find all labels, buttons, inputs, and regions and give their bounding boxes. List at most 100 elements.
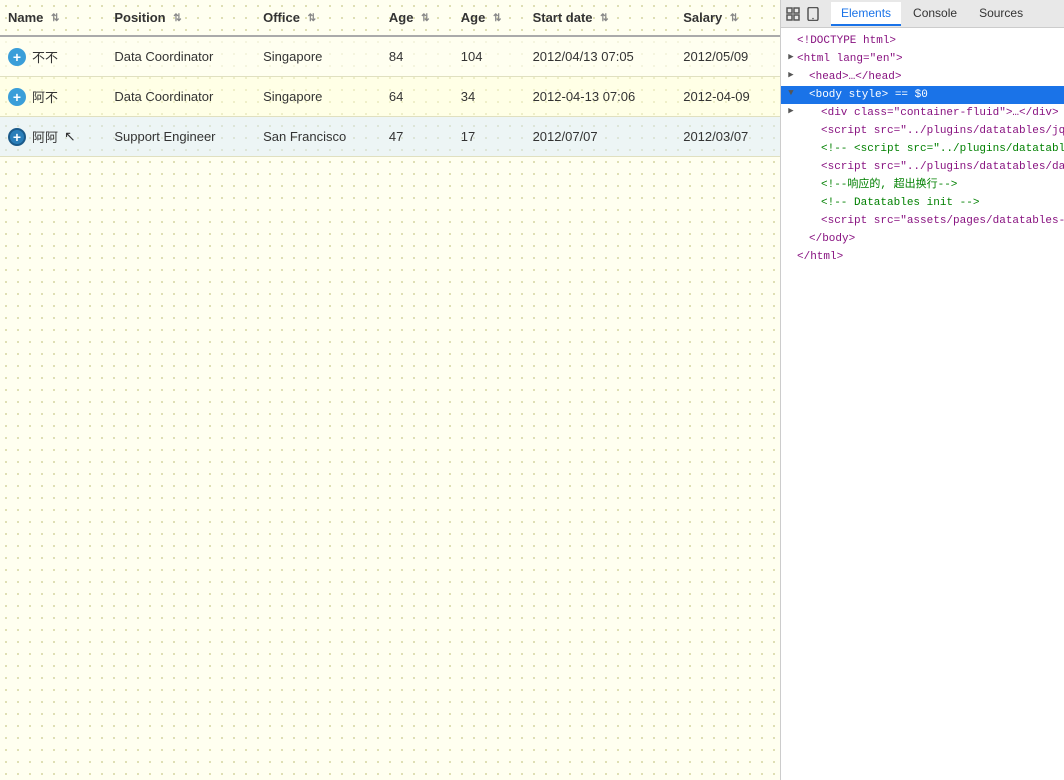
code-line[interactable]: </html>: [781, 248, 1064, 266]
cell-name: + 阿不: [0, 77, 106, 117]
table-body: +不不Data CoordinatorSingapore841042012/04…: [0, 36, 780, 157]
col-age2[interactable]: Age ⇅: [453, 0, 525, 36]
table-row: +阿阿↖Support EngineerSan Francisco4717201…: [0, 117, 780, 157]
col-salary-label: Salary: [683, 10, 722, 25]
cursor-icon: ↖: [64, 128, 76, 145]
code-line[interactable]: </body>: [781, 230, 1064, 248]
code-content: <script src="assets/pages/datatables-: [821, 215, 1064, 227]
col-salary[interactable]: Salary ⇅: [675, 0, 780, 36]
cell-start_date: 2012-04-13 07:06: [525, 77, 676, 117]
code-arrow-icon[interactable]: [785, 51, 797, 63]
table-header-row: Name ⇅ Position ⇅ Office ⇅ Age ⇅ Age ⇅: [0, 0, 780, 36]
code-arrow-icon[interactable]: [785, 231, 797, 243]
code-arrow-icon[interactable]: [785, 159, 797, 171]
col-age1[interactable]: Age ⇅: [381, 0, 453, 36]
cell-position: Support Engineer: [106, 117, 255, 157]
col-age2-label: Age: [461, 10, 486, 25]
table-row: +不不Data CoordinatorSingapore841042012/04…: [0, 36, 780, 77]
code-arrow-icon[interactable]: [785, 213, 797, 225]
data-table: Name ⇅ Position ⇅ Office ⇅ Age ⇅ Age ⇅: [0, 0, 780, 157]
code-arrow-icon[interactable]: [785, 33, 797, 45]
cell-name: + 阿阿 ↖: [0, 117, 106, 157]
code-arrow-icon[interactable]: [785, 123, 797, 135]
code-line[interactable]: <!DOCTYPE html>: [781, 32, 1064, 50]
inspect-icon[interactable]: [785, 6, 801, 22]
sort-icon-age2: ⇅: [493, 13, 501, 24]
code-line[interactable]: <!--响应的, 超出换行-->: [781, 176, 1064, 194]
col-position-label: Position: [114, 10, 165, 25]
devtools-content: <!DOCTYPE html> <html lang="en"> <head>…</…: [781, 28, 1064, 780]
col-age1-label: Age: [389, 10, 414, 25]
code-content: <head>…</head>: [809, 71, 901, 83]
mobile-icon[interactable]: [805, 6, 821, 22]
sort-icon-salary: ⇅: [730, 13, 738, 24]
cell-age1: 84: [381, 36, 453, 77]
devtools-tab-bar: Elements Console Sources: [781, 0, 1064, 28]
code-line[interactable]: <script src="assets/pages/datatables-: [781, 212, 1064, 230]
cell-position: Data Coordinator: [106, 36, 255, 77]
code-content: </body>: [809, 233, 855, 245]
code-arrow-icon[interactable]: [785, 87, 797, 99]
col-name[interactable]: Name ⇅: [0, 0, 106, 36]
tab-elements[interactable]: Elements: [831, 2, 901, 26]
code-line[interactable]: <head>…</head>: [781, 68, 1064, 86]
expand-button[interactable]: +: [8, 88, 26, 106]
table-panel: Name ⇅ Position ⇅ Office ⇅ Age ⇅ Age ⇅: [0, 0, 780, 780]
code-arrow-icon[interactable]: [785, 141, 797, 153]
sort-icon-position: ⇅: [173, 13, 181, 24]
code-arrow-icon[interactable]: [785, 177, 797, 189]
code-line[interactable]: <div class="container-fluid">…</div>: [781, 104, 1064, 122]
cell-start_date: 2012/07/07: [525, 117, 676, 157]
cell-office: Singapore: [255, 36, 381, 77]
cell-name: +不不: [0, 36, 106, 77]
code-content: <!--响应的, 超出换行-->: [821, 179, 957, 191]
col-office[interactable]: Office ⇅: [255, 0, 381, 36]
cell-age1: 47: [381, 117, 453, 157]
cell-salary: 2012/03/07: [675, 117, 780, 157]
cell-age2: 34: [453, 77, 525, 117]
sort-icon-name: ⇅: [51, 13, 59, 24]
code-content: <!-- Datatables init -->: [821, 197, 979, 209]
col-start-date-label: Start date: [533, 10, 593, 25]
code-arrow-icon[interactable]: [785, 195, 797, 207]
sort-icon-office: ⇅: [308, 13, 316, 24]
cell-name-text: 阿阿: [32, 127, 58, 146]
code-content: </html>: [797, 251, 843, 263]
code-content: <script src="../plugins/datatables/jq: [821, 125, 1064, 137]
code-line[interactable]: <html lang="en">: [781, 50, 1064, 68]
cell-office: San Francisco: [255, 117, 381, 157]
cell-start_date: 2012/04/13 07:05: [525, 36, 676, 77]
col-position[interactable]: Position ⇅: [106, 0, 255, 36]
code-line[interactable]: <script src="../plugins/datatables/da: [781, 158, 1064, 176]
devtools-panel: Elements Console Sources <!DOCTYPE html>…: [780, 0, 1064, 780]
table-row: +阿不Data CoordinatorSingapore64342012-04-…: [0, 77, 780, 117]
col-name-label: Name: [8, 10, 43, 25]
sort-icon-start-date: ⇅: [600, 13, 608, 24]
code-content: <html lang="en">: [797, 53, 903, 65]
code-line[interactable]: <!-- <script src="../plugins/datatabl: [781, 140, 1064, 158]
code-content: <!DOCTYPE html>: [797, 35, 896, 47]
expand-button[interactable]: +: [8, 48, 26, 66]
code-content: <div class="container-fluid">…</div>: [821, 107, 1059, 119]
cell-age1: 64: [381, 77, 453, 117]
expand-button[interactable]: +: [8, 128, 26, 146]
cell-age2: 17: [453, 117, 525, 157]
cell-salary: 2012/05/09: [675, 36, 780, 77]
cell-office: Singapore: [255, 77, 381, 117]
code-line[interactable]: <body style> == $0: [781, 86, 1064, 104]
tab-sources[interactable]: Sources: [969, 2, 1033, 26]
col-start-date[interactable]: Start date ⇅: [525, 0, 676, 36]
code-arrow-icon[interactable]: [785, 249, 797, 261]
cell-age2: 104: [453, 36, 525, 77]
code-arrow-icon[interactable]: [785, 69, 797, 81]
cell-position: Data Coordinator: [106, 77, 255, 117]
code-line[interactable]: <!-- Datatables init -->: [781, 194, 1064, 212]
cell-salary: 2012-04-09: [675, 77, 780, 117]
tab-console[interactable]: Console: [903, 2, 967, 26]
code-content: <body style> == $0: [809, 89, 928, 101]
sort-icon-age1: ⇅: [421, 13, 429, 24]
code-arrow-icon[interactable]: [785, 105, 797, 117]
cell-name-text: 阿不: [32, 87, 58, 106]
code-line[interactable]: <script src="../plugins/datatables/jq: [781, 122, 1064, 140]
code-content: <script src="../plugins/datatables/da: [821, 161, 1064, 173]
